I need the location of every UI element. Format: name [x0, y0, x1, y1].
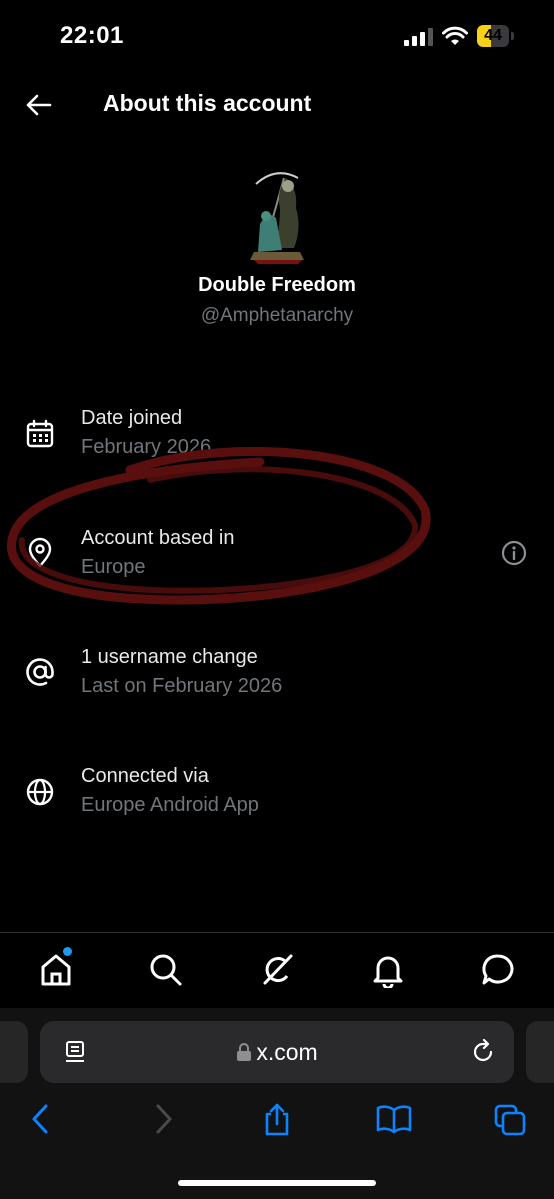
grok-icon[interactable]: [259, 952, 295, 988]
reload-icon[interactable]: [470, 1039, 496, 1065]
battery-indicator: 44: [477, 25, 515, 47]
home-icon[interactable]: [38, 952, 74, 988]
url-domain: x.com: [256, 1039, 318, 1065]
wifi-icon: [442, 26, 468, 45]
username-change-label: 1 username change: [81, 646, 258, 668]
messages-icon[interactable]: [480, 952, 516, 988]
connected-via-value: Europe Android App: [81, 794, 259, 816]
username-change-value: Last on February 2026: [81, 675, 283, 697]
tabs-overview-icon[interactable]: [494, 1102, 526, 1136]
lock-icon: [237, 1043, 252, 1061]
info-icon[interactable]: [500, 539, 528, 567]
avatar[interactable]: [246, 168, 308, 264]
page-title: About this account: [103, 90, 312, 116]
connected-via-label: Connected via: [81, 765, 209, 787]
red-annotation-circle: [6, 446, 431, 605]
browser-forward-icon[interactable]: [146, 1102, 178, 1136]
globe-icon: [26, 778, 54, 806]
battery-percent: 44: [484, 27, 502, 44]
at-sign-icon: [26, 658, 54, 686]
search-icon[interactable]: [148, 952, 184, 988]
date-joined-label: Date joined: [81, 407, 183, 429]
back-arrow-icon[interactable]: [24, 91, 52, 119]
profile-handle: @Amphetanarchy: [200, 305, 354, 326]
profile-name: Double Freedom: [198, 274, 356, 296]
status-time: 22:01: [60, 22, 124, 49]
home-indicator: [178, 1180, 376, 1186]
home-notification-dot: [63, 947, 72, 956]
cellular-signal-icon: [404, 28, 433, 46]
browser-back-icon[interactable]: [26, 1102, 58, 1136]
bell-icon[interactable]: [370, 952, 406, 988]
tabbar-divider: [0, 932, 554, 933]
share-icon[interactable]: [261, 1102, 293, 1136]
bookmarks-icon[interactable]: [376, 1102, 412, 1136]
